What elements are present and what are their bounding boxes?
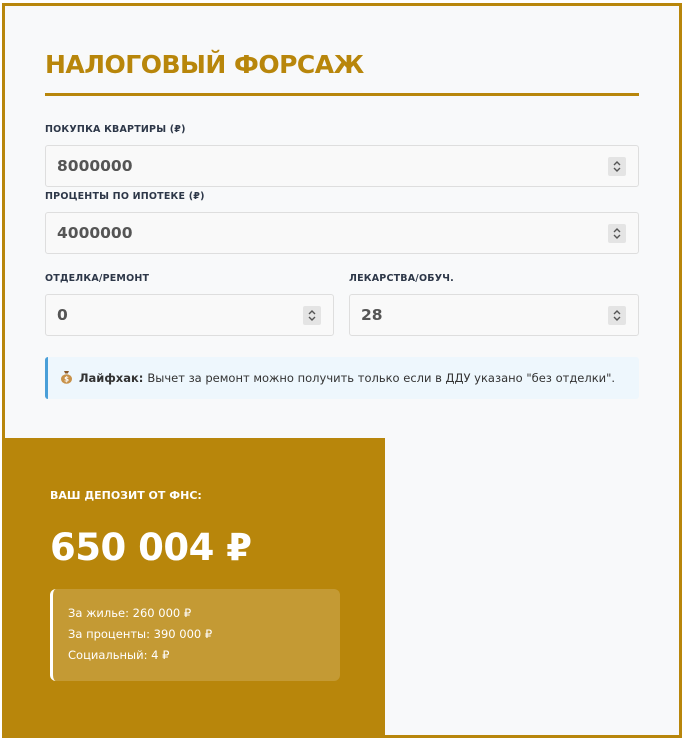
- renovation-input[interactable]: [46, 295, 333, 335]
- apartment-field[interactable]: [45, 145, 639, 187]
- interest-stepper[interactable]: [608, 224, 626, 243]
- lifehack-tip: $ Лайфхак: Вычет за ремонт можно получит…: [45, 357, 639, 399]
- interest-label: ПРОЦЕНТЫ ПО ИПОТЕКЕ (₽): [45, 191, 205, 202]
- result-label: ВАШ ДЕПОЗИТ ОТ ФНС:: [50, 489, 202, 502]
- money-bag-icon: $: [60, 370, 73, 387]
- svg-text:$: $: [64, 375, 69, 383]
- renovation-label: ОТДЕЛКА/РЕМОНТ: [45, 273, 150, 284]
- stepper-arrows-icon: [613, 310, 621, 321]
- calculator-card: НАЛОГОВЫЙ ФОРСАЖ ПОКУПКА КВАРТИРЫ (₽) ПР…: [2, 3, 682, 738]
- stepper-arrows-icon: [308, 310, 316, 321]
- title-divider: [45, 93, 639, 96]
- interest-field[interactable]: [45, 212, 639, 254]
- result-panel: ВАШ ДЕПОЗИТ ОТ ФНС: 650 004 ₽ За жилье: …: [5, 438, 385, 735]
- result-breakdown: За жилье: 260 000 ₽ За проценты: 390 000…: [50, 589, 340, 681]
- apartment-label: ПОКУПКА КВАРТИРЫ (₽): [45, 124, 186, 135]
- breakdown-social: Социальный: 4 ₽: [68, 648, 170, 662]
- medicine-label: ЛЕКАРСТВА/ОБУЧ.: [349, 273, 454, 284]
- tip-text: Вычет за ремонт можно получить только ес…: [147, 371, 616, 385]
- breakdown-interest: За проценты: 390 000 ₽: [68, 627, 213, 641]
- stepper-arrows-icon: [613, 161, 621, 172]
- renovation-field[interactable]: [45, 294, 334, 336]
- tip-title: Лайфхак:: [79, 371, 144, 385]
- breakdown-housing: За жилье: 260 000 ₽: [68, 606, 192, 620]
- medicine-field[interactable]: [349, 294, 639, 336]
- result-total: 650 004 ₽: [50, 526, 252, 569]
- interest-input[interactable]: [46, 213, 638, 253]
- apartment-input[interactable]: [46, 146, 638, 186]
- renovation-stepper[interactable]: [303, 306, 321, 325]
- apartment-stepper[interactable]: [608, 157, 626, 176]
- medicine-stepper[interactable]: [608, 306, 626, 325]
- medicine-input[interactable]: [350, 295, 638, 335]
- page-title: НАЛОГОВЫЙ ФОРСАЖ: [45, 50, 364, 79]
- stepper-arrows-icon: [613, 228, 621, 239]
